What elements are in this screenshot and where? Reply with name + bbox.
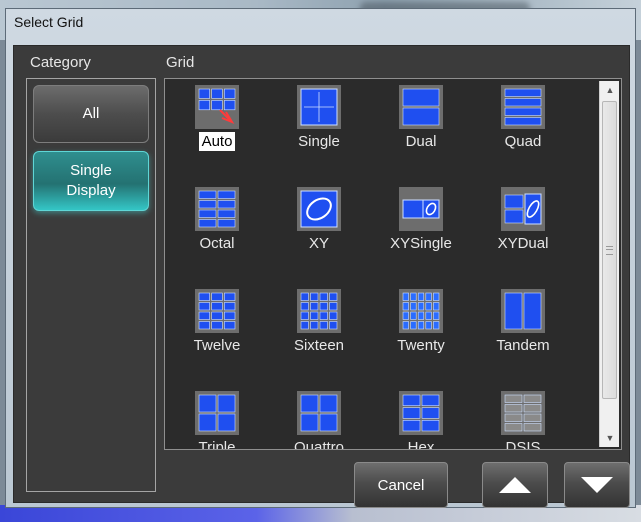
grid-option-label: Sixteen — [293, 337, 345, 354]
grid-option-label: XYDual — [497, 235, 549, 252]
grid-option-xy[interactable]: XY — [267, 181, 367, 281]
grid-option-hex[interactable]: Hex — [369, 385, 469, 449]
category-all-button[interactable]: All — [33, 85, 149, 143]
grid-option-sixteen[interactable]: Sixteen — [267, 283, 367, 383]
octal-grid-icon — [195, 187, 239, 231]
grid-option-triple[interactable]: Triple — [165, 385, 265, 449]
grid-option-xydual[interactable]: XYDual — [471, 181, 571, 281]
scroll-down-arrow-icon[interactable]: ▼ — [600, 429, 620, 447]
dialog-client-area: Category Grid All Single Display Auto Sin… — [13, 45, 630, 508]
category-single-display-button[interactable]: Single Display — [33, 151, 149, 211]
grid-option-label: Octal — [199, 235, 235, 252]
grid-option-label: Twelve — [193, 337, 241, 354]
category-list: All Single Display — [26, 78, 156, 492]
grid-option-label: Dual — [405, 133, 437, 150]
twenty-grid-icon — [399, 289, 443, 333]
hex-grid-icon — [399, 391, 443, 435]
grid-option-label: Auto — [165, 132, 269, 151]
tandem-grid-icon — [501, 289, 545, 333]
scroll-up-arrow-icon[interactable]: ▲ — [600, 81, 620, 99]
dual-grid-icon — [399, 85, 443, 129]
triple-grid-icon — [195, 391, 239, 435]
single-grid-icon — [297, 85, 341, 129]
grid-items-area: Auto Single Dual Quad Octal XY XYSingle XYDual T… — [165, 79, 597, 449]
grid-option-single[interactable]: Single — [267, 79, 367, 179]
grid-option-twelve[interactable]: Twelve — [165, 283, 265, 383]
grid-option-dsis[interactable]: DSIS — [471, 385, 571, 449]
grid-option-octal[interactable]: Octal — [165, 181, 265, 281]
scroll-grip-icon — [606, 246, 613, 255]
grid-option-auto[interactable]: Auto — [165, 79, 265, 179]
xydual-grid-icon — [501, 187, 545, 231]
grid-option-label: Tandem — [496, 337, 550, 354]
grid-option-label: Hex — [407, 439, 435, 449]
grid-option-label: Quad — [504, 133, 542, 150]
quattro-grid-icon — [297, 391, 341, 435]
scroll-up-button[interactable] — [482, 462, 548, 508]
grid-option-twenty[interactable]: Twenty — [369, 283, 469, 383]
dsis-grid-icon — [501, 391, 545, 435]
window-title: Select Grid — [14, 14, 84, 30]
triangle-up-icon — [499, 477, 531, 493]
vertical-scrollbar[interactable]: ▲ ▼ — [599, 81, 619, 447]
twelve-grid-icon — [195, 289, 239, 333]
auto-grid-icon — [195, 85, 239, 129]
grid-list: Auto Single Dual Quad Octal XY XYSingle XYDual T… — [164, 78, 622, 450]
grid-header: Grid — [166, 54, 195, 71]
triangle-down-icon — [581, 477, 613, 493]
grid-option-label: XY — [308, 235, 329, 252]
grid-option-label: Triple — [198, 439, 236, 449]
grid-option-label: Twenty — [397, 337, 445, 354]
grid-option-xysingle[interactable]: XYSingle — [369, 181, 469, 281]
scroll-thumb[interactable] — [602, 101, 617, 399]
grid-option-label: Quattro — [293, 439, 345, 449]
category-header: Category — [30, 54, 91, 71]
quad-grid-icon — [501, 85, 545, 129]
grid-option-label: Single — [298, 133, 340, 150]
select-grid-dialog: Select Grid Category Grid All Single Dis… — [5, 8, 636, 508]
grid-option-label: XYSingle — [390, 235, 452, 252]
sixteen-grid-icon — [297, 289, 341, 333]
grid-option-quad[interactable]: Quad — [471, 79, 571, 179]
scroll-down-button[interactable] — [564, 462, 630, 508]
grid-option-dual[interactable]: Dual — [369, 79, 469, 179]
grid-option-quattro[interactable]: Quattro — [267, 385, 367, 449]
grid-option-tandem[interactable]: Tandem — [471, 283, 571, 383]
cancel-button[interactable]: Cancel — [354, 462, 448, 508]
xy-grid-icon — [297, 187, 341, 231]
grid-option-label: DSIS — [505, 439, 541, 449]
xysingle-grid-icon — [399, 187, 443, 231]
